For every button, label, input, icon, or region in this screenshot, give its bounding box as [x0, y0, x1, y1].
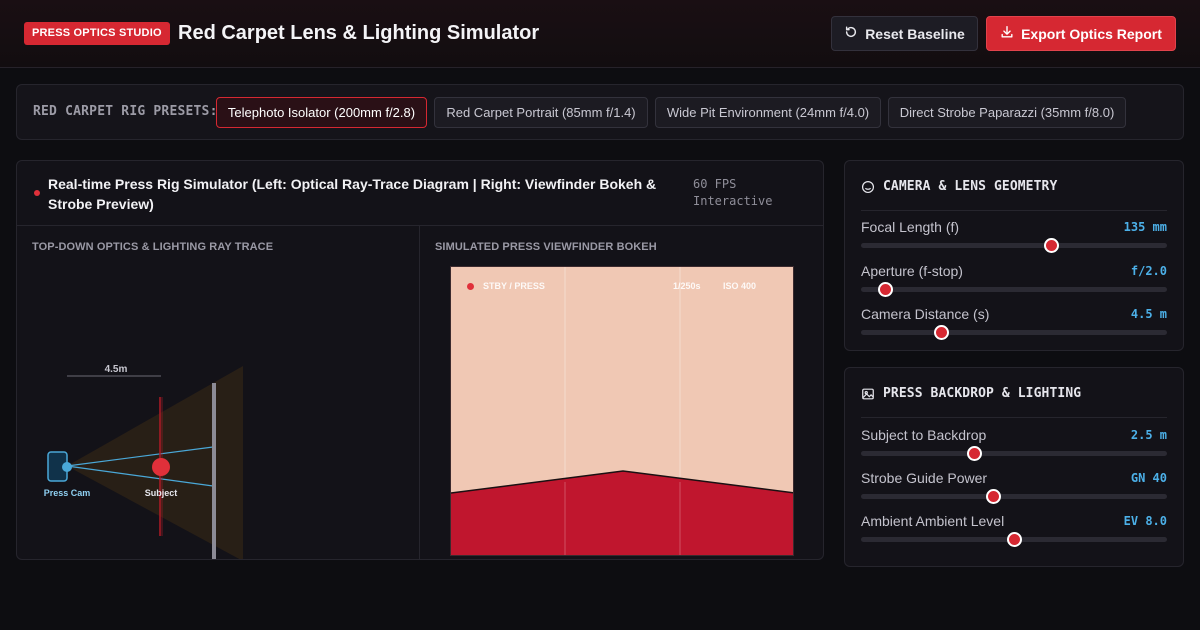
- viewfinder-preview[interactable]: STBY / PRESS 1/250s ISO 400: [450, 266, 794, 556]
- lighting-card-title: PRESS BACKDROP & LIGHTING: [883, 386, 1082, 401]
- strobe-power-track[interactable]: [861, 494, 1167, 499]
- simulator-meta: 60 FPS Interactive: [693, 176, 803, 210]
- distance-label: 4.5m: [105, 364, 128, 375]
- aperture-control: Aperture (f-stop) f/2.0: [861, 263, 1167, 299]
- viewfinder-pane-label: SIMULATED PRESS VIEWFINDER BOKEH: [435, 241, 657, 253]
- subject-backdrop-control: Subject to Backdrop 2.5 m: [861, 427, 1167, 463]
- aperture-label: Aperture (f-stop): [861, 263, 963, 279]
- strobe-power-slider-thumb[interactable]: [985, 489, 1001, 504]
- ray-trace-pane-label: TOP-DOWN OPTICS & LIGHTING RAY TRACE: [32, 241, 274, 253]
- ambient-level-slider-thumb[interactable]: [1007, 532, 1022, 547]
- aperture-slider-thumb[interactable]: [878, 282, 894, 297]
- preset-wide-pit-environment[interactable]: Wide Pit Environment (24mm f/4.0): [655, 97, 881, 128]
- simulator-header: Real-time Press Rig Simulator (Left: Opt…: [17, 161, 823, 226]
- subject-backdrop-value: 2.5 m: [1130, 428, 1167, 442]
- pane-divider: [419, 226, 420, 559]
- reset-baseline-button[interactable]: Reset Baseline: [831, 16, 978, 51]
- preset-direct-strobe-paparazzi[interactable]: Direct Strobe Paparazzi (35mm f/8.0): [888, 97, 1126, 128]
- standby-dot: [467, 283, 474, 290]
- presets-label: RED CARPET RIG PRESETS:: [33, 104, 218, 119]
- camera-label: Press Cam: [44, 488, 91, 498]
- ray-trace-diagram[interactable]: 4.5m Press Cam Subject: [17, 361, 419, 560]
- backdrop-wall: [212, 383, 216, 559]
- mode-readout: Interactive: [693, 194, 773, 208]
- top-bar: PRESS OPTICS STUDIO Red Carpet Lens & Li…: [0, 0, 1200, 68]
- viewfinder-scene: [451, 267, 793, 555]
- ambient-level-value: EV 8.0: [1123, 514, 1167, 528]
- ambient-level-control: Ambient Ambient Level EV 8.0: [861, 513, 1167, 549]
- red-carpet-floor: [451, 471, 793, 555]
- camera-distance-label: Camera Distance (s): [861, 306, 990, 322]
- preset-telephoto-isolator[interactable]: Telephoto Isolator (200mm f/2.8): [216, 97, 427, 128]
- viewfinder-iso: ISO 400: [723, 281, 757, 291]
- camera-card-header: CAMERA & LENS GEOMETRY: [861, 179, 1167, 211]
- camera-distance-value: 4.5 m: [1130, 307, 1167, 321]
- camera-card-title: CAMERA & LENS GEOMETRY: [883, 179, 1058, 194]
- viewfinder-shutter: 1/250s: [673, 281, 701, 291]
- lighting-card-header: PRESS BACKDROP & LIGHTING: [861, 386, 1167, 418]
- subject-label: Subject: [145, 488, 178, 498]
- camera-distance-slider-thumb[interactable]: [933, 325, 949, 340]
- rig-presets-bar: RED CARPET RIG PRESETS: Telephoto Isolat…: [16, 84, 1184, 140]
- download-icon: [1000, 25, 1014, 42]
- aperture-track[interactable]: [861, 287, 1167, 292]
- preset-red-carpet-portrait[interactable]: Red Carpet Portrait (85mm f/1.4): [434, 97, 648, 128]
- strobe-power-label: Strobe Guide Power: [861, 470, 988, 486]
- subject-backdrop-slider-thumb[interactable]: [967, 446, 983, 461]
- focal-length-slider-thumb[interactable]: [1043, 238, 1059, 253]
- strobe-power-value: GN 40: [1130, 471, 1167, 485]
- camera-distance-control: Camera Distance (s) 4.5 m: [861, 306, 1167, 342]
- live-indicator-dot: [34, 190, 40, 196]
- camera-lens-node: [62, 462, 72, 472]
- simulator-title: Real-time Press Rig Simulator (Left: Opt…: [48, 176, 657, 212]
- aperture-value: f/2.0: [1130, 264, 1167, 278]
- backdrop-lighting-card: PRESS BACKDROP & LIGHTING Subject to Bac…: [844, 367, 1184, 567]
- export-report-button[interactable]: Export Optics Report: [986, 16, 1176, 51]
- focal-length-label: Focal Length (f): [861, 219, 960, 235]
- simulator-panel: Real-time Press Rig Simulator (Left: Opt…: [16, 160, 824, 560]
- page-title: Red Carpet Lens & Lighting Simulator: [178, 22, 540, 44]
- subject-node: [152, 458, 170, 476]
- subject-backdrop-label: Subject to Backdrop: [861, 427, 987, 443]
- fps-readout: 60 FPS: [693, 177, 737, 191]
- subject-backdrop-track[interactable]: [861, 451, 1167, 456]
- focal-length-value: 135 mm: [1123, 220, 1167, 234]
- brand-badge: PRESS OPTICS STUDIO: [24, 22, 170, 45]
- focal-length-track[interactable]: [861, 243, 1167, 248]
- viewfinder-status: STBY / PRESS: [483, 281, 545, 291]
- export-report-label: Export Optics Report: [1021, 25, 1162, 42]
- reset-icon: [844, 25, 858, 42]
- camera-lens-card: CAMERA & LENS GEOMETRY Focal Length (f) …: [844, 160, 1184, 351]
- strobe-power-control: Strobe Guide Power GN 40: [861, 470, 1167, 506]
- camera-distance-track[interactable]: [861, 330, 1167, 335]
- focal-length-control: Focal Length (f) 135 mm: [861, 219, 1167, 255]
- reset-baseline-label: Reset Baseline: [865, 25, 965, 42]
- ambient-level-label: Ambient Ambient Level: [861, 513, 1005, 529]
